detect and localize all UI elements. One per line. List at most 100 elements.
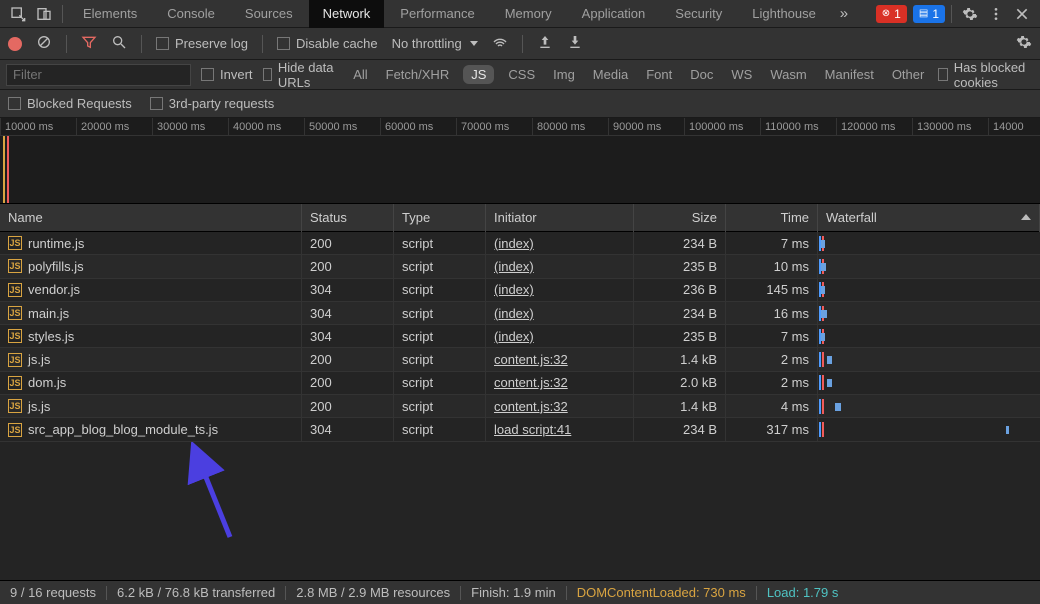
tab-performance[interactable]: Performance <box>386 0 488 28</box>
tab-elements[interactable]: Elements <box>69 0 151 28</box>
initiator-link[interactable]: (index) <box>494 329 534 344</box>
more-tabs-icon[interactable]: » <box>832 2 856 26</box>
waterfall-dcl-line <box>819 399 821 414</box>
search-icon[interactable] <box>111 34 127 53</box>
status-resources: 2.8 MB / 2.9 MB resources <box>296 585 450 600</box>
download-har-icon[interactable] <box>567 34 583 53</box>
filter-type-manifest[interactable]: Manifest <box>821 65 878 84</box>
table-row[interactable]: JSvendor.js304script(index)236 B145 ms <box>0 279 1040 302</box>
table-row[interactable]: JSdom.js200scriptcontent.js:322.0 kB2 ms <box>0 372 1040 395</box>
col-size[interactable]: Size <box>634 204 726 232</box>
col-status[interactable]: Status <box>302 204 394 232</box>
initiator-link[interactable]: content.js:32 <box>494 375 568 390</box>
col-waterfall[interactable]: Waterfall <box>818 204 1040 232</box>
preserve-log-checkbox[interactable]: Preserve log <box>156 36 248 51</box>
tab-memory[interactable]: Memory <box>491 0 566 28</box>
filter-type-wasm[interactable]: Wasm <box>766 65 810 84</box>
waterfall-bar <box>827 356 832 364</box>
cell-size: 1.4 kB <box>634 348 726 371</box>
cell-waterfall <box>818 278 1040 301</box>
dcl-marker <box>3 136 5 203</box>
table-row[interactable]: JSstyles.js304script(index)235 B7 ms <box>0 325 1040 348</box>
cell-status: 304 <box>302 418 394 441</box>
table-row[interactable]: JSruntime.js200script(index)234 B7 ms <box>0 232 1040 255</box>
filter-type-fetchxhr[interactable]: Fetch/XHR <box>382 65 454 84</box>
filter-type-js[interactable]: JS <box>463 65 494 84</box>
settings-icon[interactable] <box>958 2 982 26</box>
col-time[interactable]: Time <box>726 204 818 232</box>
third-party-checkbox[interactable]: 3rd-party requests <box>150 96 275 111</box>
cell-initiator: content.js:32 <box>486 395 634 418</box>
initiator-link[interactable]: (index) <box>494 259 534 274</box>
cell-type: script <box>394 395 486 418</box>
blocked-cookies-checkbox[interactable]: Has blocked cookies <box>938 60 1034 90</box>
cell-waterfall <box>818 418 1040 441</box>
table-body[interactable]: JSruntime.js200script(index)234 B7 msJSp… <box>0 232 1040 580</box>
error-badge[interactable]: ⊗1 <box>876 5 907 23</box>
timeline-overview[interactable]: 10000 ms20000 ms30000 ms40000 ms50000 ms… <box>0 118 1040 204</box>
tab-application[interactable]: Application <box>568 0 660 28</box>
initiator-link[interactable]: (index) <box>494 282 534 297</box>
filter-type-css[interactable]: CSS <box>504 65 539 84</box>
table-row[interactable]: JSjs.js200scriptcontent.js:321.4 kB2 ms <box>0 348 1040 371</box>
col-type[interactable]: Type <box>394 204 486 232</box>
initiator-link[interactable]: content.js:32 <box>494 399 568 414</box>
blocked-requests-checkbox[interactable]: Blocked Requests <box>8 96 132 111</box>
throttling-select[interactable]: No throttling <box>392 36 478 51</box>
cell-size: 236 B <box>634 278 726 301</box>
cell-waterfall <box>818 348 1040 371</box>
inspect-icon[interactable] <box>6 2 30 26</box>
invert-checkbox[interactable]: Invert <box>201 67 253 82</box>
table-row[interactable]: JSmain.js304script(index)234 B16 ms <box>0 302 1040 325</box>
tab-console[interactable]: Console <box>153 0 229 28</box>
tab-sources[interactable]: Sources <box>231 0 307 28</box>
timeline-tick: 110000 ms <box>760 118 836 135</box>
tab-security[interactable]: Security <box>661 0 736 28</box>
hide-data-urls-checkbox[interactable]: Hide data URLs <box>263 60 340 90</box>
tab-network[interactable]: Network <box>309 0 385 28</box>
filter-input[interactable] <box>6 64 191 86</box>
status-bar: 9 / 16 requests 6.2 kB / 76.8 kB transfe… <box>0 580 1040 604</box>
filter-type-font[interactable]: Font <box>642 65 676 84</box>
network-conditions-icon[interactable] <box>492 34 508 53</box>
col-name[interactable]: Name <box>0 204 302 232</box>
cell-type: script <box>394 255 486 278</box>
filter-type-doc[interactable]: Doc <box>686 65 717 84</box>
table-header: Name Status Type Initiator Size Time Wat… <box>0 204 1040 232</box>
sort-indicator-icon <box>1021 214 1031 220</box>
divider <box>62 5 63 23</box>
device-mode-icon[interactable] <box>32 2 56 26</box>
js-file-icon: JS <box>8 329 22 343</box>
tab-lighthouse[interactable]: Lighthouse <box>738 0 830 28</box>
clear-icon[interactable] <box>36 34 52 53</box>
status-finish: Finish: 1.9 min <box>471 585 556 600</box>
close-icon[interactable] <box>1010 2 1034 26</box>
cell-name: JSjs.js <box>0 395 302 418</box>
initiator-link[interactable]: (index) <box>494 236 534 251</box>
filter-type-all[interactable]: All <box>349 65 371 84</box>
disable-cache-checkbox[interactable]: Disable cache <box>277 36 378 51</box>
filter-type-ws[interactable]: WS <box>727 65 756 84</box>
status-transferred: 6.2 kB / 76.8 kB transferred <box>117 585 275 600</box>
table-row[interactable]: JSpolyfills.js200script(index)235 B10 ms <box>0 255 1040 278</box>
table-row[interactable]: JSjs.js200scriptcontent.js:321.4 kB4 ms <box>0 395 1040 418</box>
upload-har-icon[interactable] <box>537 34 553 53</box>
kebab-menu-icon[interactable] <box>984 2 1008 26</box>
initiator-link[interactable]: (index) <box>494 306 534 321</box>
cell-size: 234 B <box>634 302 726 325</box>
filter-type-img[interactable]: Img <box>549 65 579 84</box>
network-settings-icon[interactable] <box>1016 34 1032 53</box>
col-initiator[interactable]: Initiator <box>486 204 634 232</box>
cell-name: JSstyles.js <box>0 325 302 348</box>
blocked-cookies-label: Has blocked cookies <box>954 60 1034 90</box>
initiator-link[interactable]: content.js:32 <box>494 352 568 367</box>
cell-initiator: (index) <box>486 232 634 255</box>
filter-type-media[interactable]: Media <box>589 65 632 84</box>
initiator-link[interactable]: load script:41 <box>494 422 571 437</box>
cell-time: 10 ms <box>726 255 818 278</box>
filter-type-other[interactable]: Other <box>888 65 929 84</box>
table-row[interactable]: JSsrc_app_blog_blog_module_ts.js304scrip… <box>0 418 1040 441</box>
record-button[interactable] <box>8 37 22 51</box>
message-badge[interactable]: ▤1 <box>913 5 945 23</box>
filter-icon[interactable] <box>81 34 97 53</box>
